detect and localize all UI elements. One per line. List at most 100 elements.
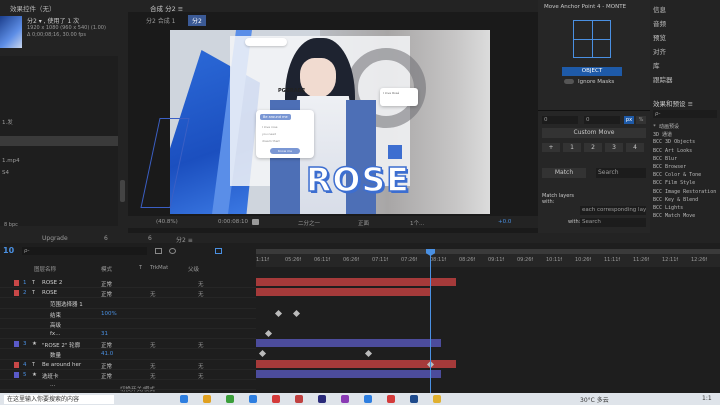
project-scrollbar[interactable] xyxy=(120,180,125,202)
effects-search[interactable]: ρ- xyxy=(653,110,717,118)
effect-item-9[interactable]: BCC Key & Blend xyxy=(653,197,698,203)
current-timecode[interactable]: 0:00:08:10 xyxy=(218,219,248,225)
nudge-button-4[interactable]: 4 xyxy=(626,143,644,152)
layer-row[interactable]: 2 T ROSE 正常 无 无 xyxy=(0,288,256,299)
keyframe-diamond[interactable] xyxy=(274,309,283,317)
graph-editor-icon[interactable] xyxy=(215,248,222,254)
each-corresponding-select[interactable]: each corresponding lay xyxy=(580,206,646,215)
taskbar-app-icon[interactable] xyxy=(364,395,372,403)
layer-mode[interactable]: 正常 xyxy=(101,362,112,370)
nudge-button-0[interactable]: + xyxy=(542,143,560,152)
layer-track-bar[interactable] xyxy=(256,369,441,378)
unit-px-button[interactable]: px xyxy=(624,116,634,124)
layer-mode[interactable]: 正常 xyxy=(101,280,112,288)
ignore-masks-toggle[interactable] xyxy=(564,79,574,84)
layer-row[interactable]: 数量 41.0 xyxy=(0,349,256,360)
breadcrumb-2[interactable]: 分2 xyxy=(188,15,206,26)
taskbar-app-icon[interactable] xyxy=(295,395,303,403)
clock[interactable]: 1:1 xyxy=(702,395,712,402)
taskbar-search[interactable]: 在这里输入你要搜索的内容 xyxy=(4,395,114,404)
project-list[interactable]: 1.发 1.mp4 S4 xyxy=(0,56,118,226)
layer-name[interactable]: ROSE 2 xyxy=(42,280,98,286)
custom-move-button[interactable]: Custom Move xyxy=(542,128,646,138)
layer-row[interactable]: 结束 100% xyxy=(0,309,256,319)
effect-item-8[interactable]: BCC Image Restoration xyxy=(653,189,716,195)
effect-item-2[interactable]: BCC 3D Objects xyxy=(653,139,695,145)
with-search[interactable]: Search xyxy=(580,218,646,227)
project-item-2[interactable]: 1.mp4 xyxy=(2,158,20,164)
layer-name[interactable]: "ROSE 2" 轮廓 xyxy=(42,341,98,349)
layer-mode[interactable]: 正常 xyxy=(101,290,112,298)
right-panel-item-3[interactable]: 对齐 xyxy=(653,46,666,56)
layer-label-color[interactable] xyxy=(14,280,19,286)
match-search[interactable]: Search xyxy=(596,168,646,178)
layer-name[interactable]: ROSE xyxy=(42,290,98,296)
taskbar-app-icon[interactable] xyxy=(226,395,234,403)
taskbar-app-icon[interactable] xyxy=(249,395,257,403)
layer-row[interactable]: 高级 xyxy=(0,319,256,329)
layer-trkmat[interactable]: 无 xyxy=(150,362,156,370)
layer-row[interactable]: fx... 31 xyxy=(0,329,256,340)
layer-trkmat[interactable]: 无 xyxy=(150,372,156,380)
layer-mode[interactable]: 正常 xyxy=(101,341,112,349)
effect-item-3[interactable]: BCC Art Looks xyxy=(653,148,692,154)
offset-y-field[interactable]: 0 xyxy=(584,116,620,124)
weather-label[interactable]: 30°C 多云 xyxy=(580,395,609,404)
layer-name[interactable]: 高级 xyxy=(50,321,106,329)
taskbar-app-icon[interactable] xyxy=(272,395,280,403)
layer-parent[interactable]: 无 xyxy=(198,341,204,349)
layer-trkmat[interactable]: 无 xyxy=(150,290,156,298)
layer-row[interactable]: 范围选择器 1 xyxy=(0,298,256,309)
track-area[interactable] xyxy=(256,267,720,393)
effect-item-11[interactable]: BCC Match Move xyxy=(653,213,695,219)
layer-trkmat[interactable]: 无 xyxy=(150,341,156,349)
motion-blur-icon[interactable] xyxy=(169,248,176,254)
timeline-search[interactable]: ρ- xyxy=(22,247,147,255)
taskbar-app-icon[interactable] xyxy=(410,395,418,403)
right-panel-item-1[interactable]: 音频 xyxy=(653,18,666,28)
playhead-line[interactable] xyxy=(430,249,431,393)
resolution-select[interactable]: 二分之一 xyxy=(298,219,320,227)
layer-row[interactable]: 1 T ROSE 2 正常 无 xyxy=(0,278,256,289)
effect-item-4[interactable]: BCC Blur xyxy=(653,156,677,162)
right-panel-item-5[interactable]: 跟踪器 xyxy=(653,74,673,84)
effect-item-6[interactable]: BCC Color & Tone xyxy=(653,172,701,178)
match-tab[interactable]: Match xyxy=(542,168,586,178)
layer-name[interactable]: 选班卡 xyxy=(42,372,98,380)
timeline-tab-2[interactable]: 6 xyxy=(148,235,152,242)
project-selected-row[interactable] xyxy=(0,136,118,146)
layer-track-bar[interactable] xyxy=(256,288,431,297)
taskbar-app-icon[interactable] xyxy=(203,395,211,403)
layer-label-color[interactable] xyxy=(14,290,19,297)
effect-item-10[interactable]: BCC Lights xyxy=(653,205,683,211)
taskbar-app-icon[interactable] xyxy=(318,395,326,403)
project-item-1[interactable]: 1.发 xyxy=(2,118,13,126)
layer-name[interactable]: Be around her xyxy=(42,362,98,368)
timeline-tab-3[interactable]: 分2 ≡ xyxy=(176,235,193,244)
breadcrumb-1[interactable]: 分2 合成 1 xyxy=(146,16,175,25)
camera-icon[interactable] xyxy=(252,219,259,225)
project-item-3[interactable]: S4 xyxy=(2,170,9,176)
layer-parent[interactable]: 无 xyxy=(198,280,204,288)
layer-track-bar[interactable] xyxy=(256,278,456,287)
effects-title[interactable]: 效果和预设 ≡ xyxy=(653,98,693,108)
bpc-label[interactable]: 8 bpc xyxy=(4,222,18,228)
taskbar-app-icon[interactable] xyxy=(433,395,441,403)
render-icon[interactable] xyxy=(155,248,162,254)
right-panel-item-0[interactable]: 信息 xyxy=(653,4,666,14)
timeline-current-time[interactable]: 10 xyxy=(3,246,14,255)
layer-name[interactable]: 结束 xyxy=(50,311,106,319)
anchor-grid[interactable] xyxy=(573,20,611,58)
layer-label-color[interactable] xyxy=(14,361,19,368)
layer-mode[interactable]: 41.0 xyxy=(101,351,113,357)
taskbar-app-icon[interactable] xyxy=(341,395,349,403)
layer-name[interactable]: ... xyxy=(50,382,106,388)
exposure-value[interactable]: +0.0 xyxy=(498,219,511,225)
layer-row[interactable]: ... xyxy=(0,380,256,391)
nudge-button-3[interactable]: 3 xyxy=(605,143,623,152)
object-button[interactable]: OBJECT xyxy=(562,67,622,76)
layer-track-bar[interactable] xyxy=(256,339,441,348)
work-area-bar[interactable] xyxy=(256,249,720,254)
nudge-button-1[interactable]: 1 xyxy=(563,143,581,152)
comp-tab[interactable]: 合成 分2 ≡ xyxy=(150,3,183,13)
